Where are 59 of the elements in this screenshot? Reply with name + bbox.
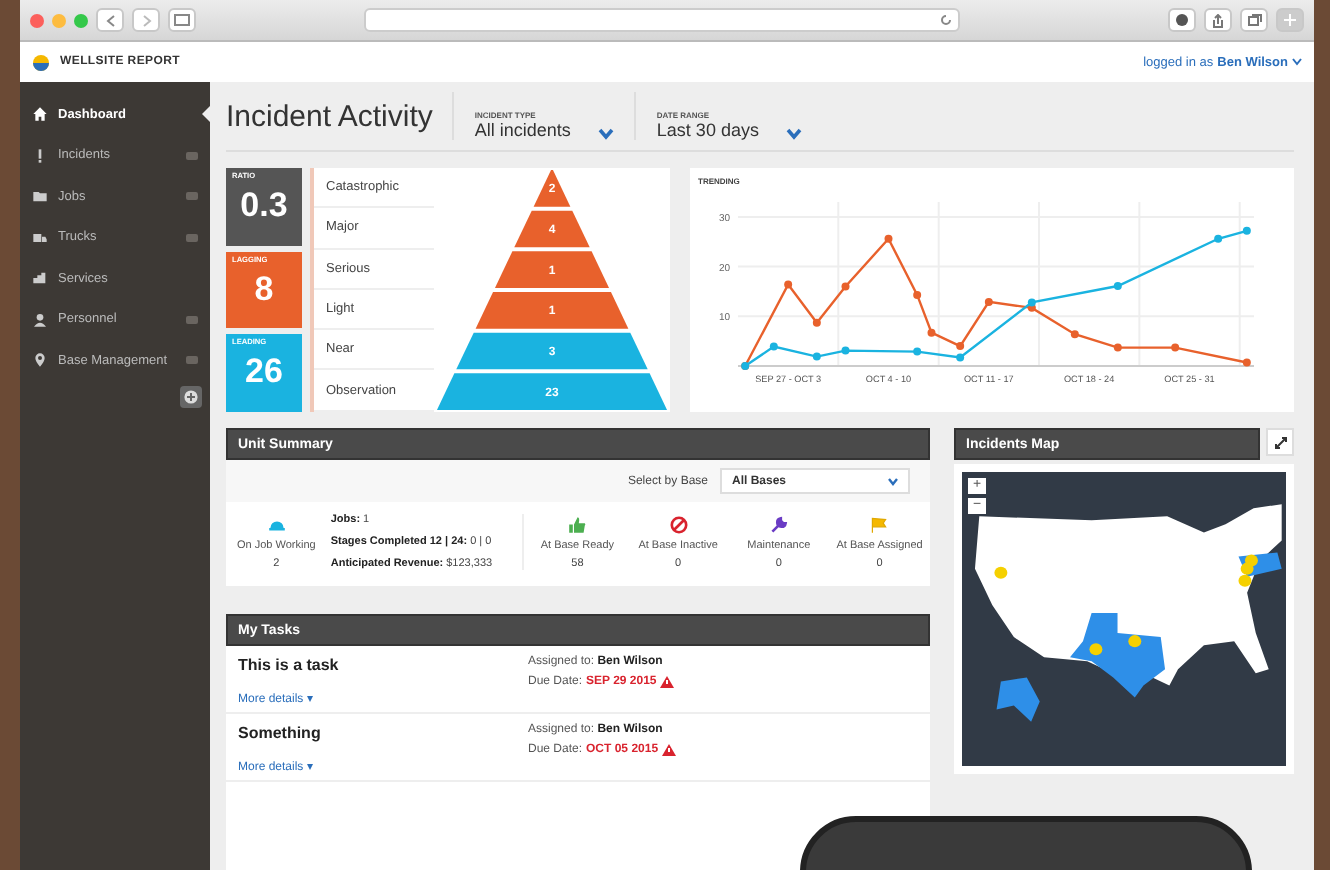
download-button[interactable] bbox=[1168, 8, 1196, 32]
hard-hat-icon bbox=[267, 515, 286, 533]
data-point bbox=[884, 234, 893, 243]
share-button[interactable] bbox=[1204, 8, 1232, 32]
close-button[interactable] bbox=[30, 13, 44, 27]
home-icon bbox=[32, 106, 48, 123]
tabs-icon bbox=[1247, 14, 1261, 26]
wrench-icon bbox=[769, 515, 788, 533]
data-point bbox=[1214, 234, 1223, 243]
data-point bbox=[812, 318, 821, 327]
prohibited-icon bbox=[669, 515, 688, 533]
caret-icon bbox=[888, 477, 898, 485]
warning-icon bbox=[662, 744, 677, 756]
data-point bbox=[913, 347, 922, 356]
caret-icon bbox=[1292, 58, 1302, 66]
truck-icon bbox=[32, 229, 48, 246]
plus-icon bbox=[184, 389, 198, 403]
task-title: This is a task bbox=[238, 656, 341, 674]
warning-icon bbox=[660, 676, 675, 688]
sidebar-icon bbox=[174, 14, 190, 26]
task-title: Something bbox=[238, 724, 323, 742]
data-point bbox=[1171, 343, 1180, 352]
reload-icon[interactable] bbox=[940, 14, 952, 26]
chevron-right-icon bbox=[141, 13, 151, 27]
data-point bbox=[841, 282, 850, 291]
data-point bbox=[984, 297, 993, 306]
data-point bbox=[913, 290, 922, 299]
forward-button[interactable] bbox=[132, 8, 160, 32]
add-button[interactable] bbox=[180, 385, 202, 407]
data-point bbox=[1070, 330, 1079, 339]
building-icon bbox=[32, 270, 48, 287]
sidebar-toggle-button[interactable] bbox=[168, 8, 196, 32]
flag-icon bbox=[870, 515, 889, 533]
data-point bbox=[784, 280, 793, 289]
address-field[interactable] bbox=[364, 8, 960, 32]
back-button[interactable] bbox=[96, 8, 124, 32]
data-point bbox=[812, 352, 821, 361]
page-title: Incident Activity bbox=[226, 99, 435, 133]
data-point bbox=[841, 346, 850, 355]
data-point bbox=[927, 328, 936, 337]
data-point bbox=[769, 342, 778, 351]
chevron-down-icon bbox=[786, 128, 803, 140]
share-icon bbox=[1212, 13, 1224, 27]
data-point bbox=[1242, 226, 1251, 235]
logo-icon bbox=[32, 53, 50, 71]
chevron-left-icon bbox=[105, 13, 115, 27]
person-icon bbox=[32, 311, 48, 328]
data-point bbox=[1242, 358, 1251, 367]
tabs-button[interactable] bbox=[1240, 8, 1268, 32]
plus-icon bbox=[1284, 14, 1296, 26]
zoom-button[interactable] bbox=[74, 13, 88, 27]
data-point bbox=[1113, 343, 1122, 352]
expand-button[interactable] bbox=[1266, 428, 1294, 456]
data-point bbox=[1113, 282, 1122, 290]
chevron-down-icon bbox=[598, 128, 615, 140]
map-pin-icon bbox=[32, 352, 48, 369]
thumbs-up-icon bbox=[568, 515, 587, 533]
folder-icon bbox=[32, 188, 48, 205]
expand-icon bbox=[1273, 435, 1287, 449]
